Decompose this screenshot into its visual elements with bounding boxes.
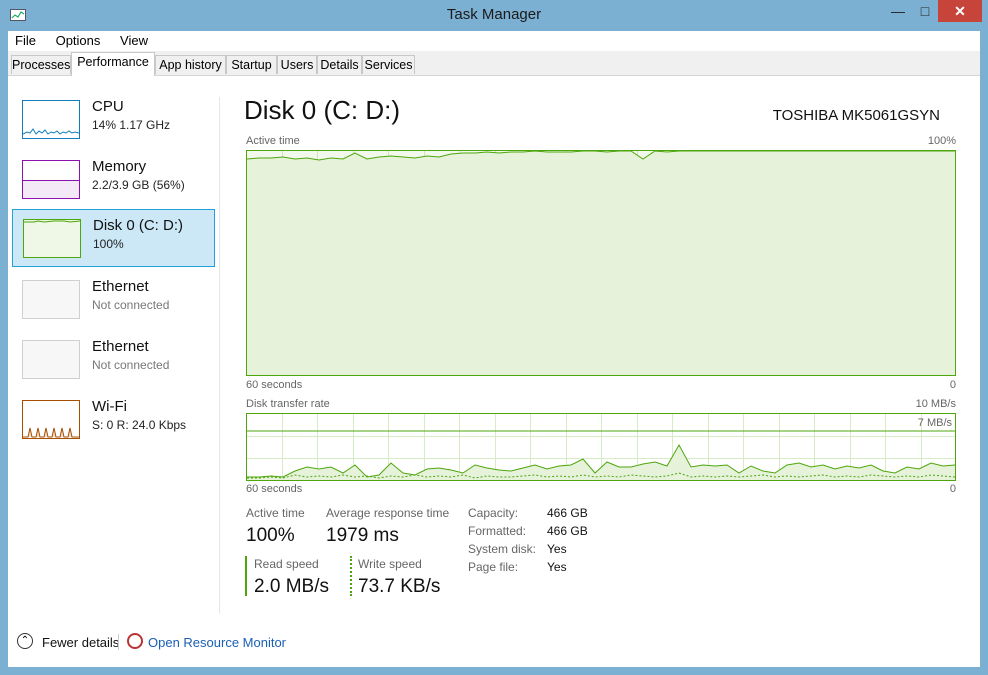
menu-bar: File Options View bbox=[8, 31, 980, 51]
ethernet-thumbnail-graph bbox=[22, 340, 80, 379]
tab-users[interactable]: Users bbox=[277, 55, 317, 74]
avg-response-value: 1979 ms bbox=[326, 525, 399, 546]
formatted-label: Formatted: bbox=[468, 524, 527, 538]
system-disk-value: Yes bbox=[547, 542, 567, 556]
transfer-chart-x-right: 0 bbox=[949, 483, 956, 495]
cpu-thumbnail-graph bbox=[22, 100, 80, 139]
fewer-details-button[interactable]: Fewer details bbox=[42, 635, 119, 650]
tab-strip: Processes Performance App history Startu… bbox=[8, 51, 980, 76]
transfer-chart-x-left: 60 seconds bbox=[246, 483, 303, 495]
read-speed-indicator bbox=[245, 556, 247, 596]
active-time-chart-max: 100% bbox=[927, 135, 956, 147]
active-time-label: Active time bbox=[246, 506, 305, 520]
transfer-rate-chart bbox=[246, 413, 956, 481]
avg-response-label: Average response time bbox=[326, 506, 450, 520]
memory-thumbnail-graph bbox=[22, 160, 80, 199]
disk-thumbnail-graph bbox=[23, 219, 81, 258]
sidebar-item-ethernet-2[interactable]: Ethernet Not connected bbox=[12, 331, 215, 389]
sidebar-item-wifi[interactable]: Wi-Fi S: 0 R: 24.0 Kbps bbox=[12, 391, 215, 449]
minimize-button[interactable]: — bbox=[884, 0, 912, 22]
menu-file[interactable]: File bbox=[15, 31, 36, 51]
client-area: File Options View Processes Performance … bbox=[8, 31, 980, 667]
active-time-chart bbox=[246, 150, 956, 376]
capacity-value: 466 GB bbox=[547, 506, 588, 520]
write-speed-value: 73.7 KB/s bbox=[358, 576, 441, 597]
transfer-chart-7mb-line-label: 7 MB/s bbox=[917, 417, 952, 429]
resource-list: CPU 14% 1.17 GHz Memory 2.2/3.9 GB (56%)… bbox=[8, 76, 220, 626]
sidebar-item-memory[interactable]: Memory 2.2/3.9 GB (56%) bbox=[12, 151, 215, 209]
sidebar-item-disk0[interactable]: Disk 0 (C: D:) 100% bbox=[12, 209, 215, 267]
system-disk-label: System disk: bbox=[468, 542, 537, 556]
active-time-chart-label: Active time bbox=[246, 135, 300, 147]
sidebar-item-detail: Not connected bbox=[92, 298, 170, 312]
sidebar-item-detail: Not connected bbox=[92, 358, 170, 372]
sidebar-item-ethernet-1[interactable]: Ethernet Not connected bbox=[12, 271, 215, 329]
wifi-thumbnail-graph bbox=[22, 400, 80, 439]
page-title: Disk 0 (C: D:) bbox=[244, 95, 400, 125]
active-time-value: 100% bbox=[246, 525, 295, 546]
page-file-value: Yes bbox=[547, 560, 567, 574]
menu-view[interactable]: View bbox=[120, 31, 148, 51]
sidebar-item-label: Disk 0 (C: D:) bbox=[93, 217, 183, 234]
sidebar-item-label: Ethernet bbox=[92, 278, 149, 295]
disk-model: TOSHIBA MK5061GSYN bbox=[772, 107, 940, 124]
sidebar-item-detail: 100% bbox=[93, 237, 124, 251]
write-speed-label: Write speed bbox=[358, 557, 422, 571]
maximize-button[interactable]: □ bbox=[912, 0, 938, 22]
sidebar-item-label: Memory bbox=[92, 158, 147, 175]
transfer-chart-label: Disk transfer rate bbox=[246, 398, 330, 410]
transfer-chart-max: 10 MB/s bbox=[915, 398, 956, 410]
tab-services[interactable]: Services bbox=[362, 55, 415, 74]
sidebar-item-detail: S: 0 R: 24.0 Kbps bbox=[92, 418, 187, 432]
sidebar-item-label: CPU bbox=[92, 98, 124, 115]
write-speed-indicator bbox=[350, 556, 352, 596]
chevron-up-icon[interactable]: ⌃ bbox=[17, 633, 33, 649]
sidebar-item-label: Ethernet bbox=[92, 338, 149, 355]
active-time-chart-x-right: 0 bbox=[949, 379, 956, 391]
read-speed-value: 2.0 MB/s bbox=[254, 576, 329, 597]
close-button[interactable]: ✕ bbox=[938, 0, 982, 22]
task-manager-window: Task Manager — □ ✕ File Options View Pro… bbox=[0, 0, 988, 675]
tab-startup[interactable]: Startup bbox=[226, 55, 277, 74]
tab-processes[interactable]: Processes bbox=[11, 55, 71, 74]
capacity-label: Capacity: bbox=[468, 506, 519, 520]
formatted-value: 466 GB bbox=[547, 524, 588, 538]
read-speed-label: Read speed bbox=[254, 557, 319, 571]
sidebar-item-detail: 14% 1.17 GHz bbox=[92, 118, 171, 132]
open-resource-monitor-link[interactable]: Open Resource Monitor bbox=[148, 635, 286, 650]
sidebar-item-detail: 2.2/3.9 GB (56%) bbox=[92, 178, 185, 192]
ethernet-thumbnail-graph bbox=[22, 280, 80, 319]
sidebar-item-cpu[interactable]: CPU 14% 1.17 GHz bbox=[12, 91, 215, 149]
panel-divider bbox=[219, 97, 220, 614]
active-time-chart-x-left: 60 seconds bbox=[246, 379, 303, 391]
sidebar-item-label: Wi-Fi bbox=[92, 398, 127, 415]
title-bar[interactable]: Task Manager — □ ✕ bbox=[0, 0, 988, 31]
footer-bar: ⌃ Fewer details Open Resource Monitor bbox=[8, 625, 980, 667]
resource-monitor-icon bbox=[127, 633, 143, 649]
menu-options[interactable]: Options bbox=[56, 31, 101, 51]
page-file-label: Page file: bbox=[468, 560, 519, 574]
tab-details[interactable]: Details bbox=[317, 55, 362, 74]
footer-divider bbox=[118, 634, 119, 650]
window-title: Task Manager bbox=[446, 6, 542, 23]
tab-app-history[interactable]: App history bbox=[155, 55, 226, 74]
tab-performance[interactable]: Performance bbox=[71, 52, 155, 76]
